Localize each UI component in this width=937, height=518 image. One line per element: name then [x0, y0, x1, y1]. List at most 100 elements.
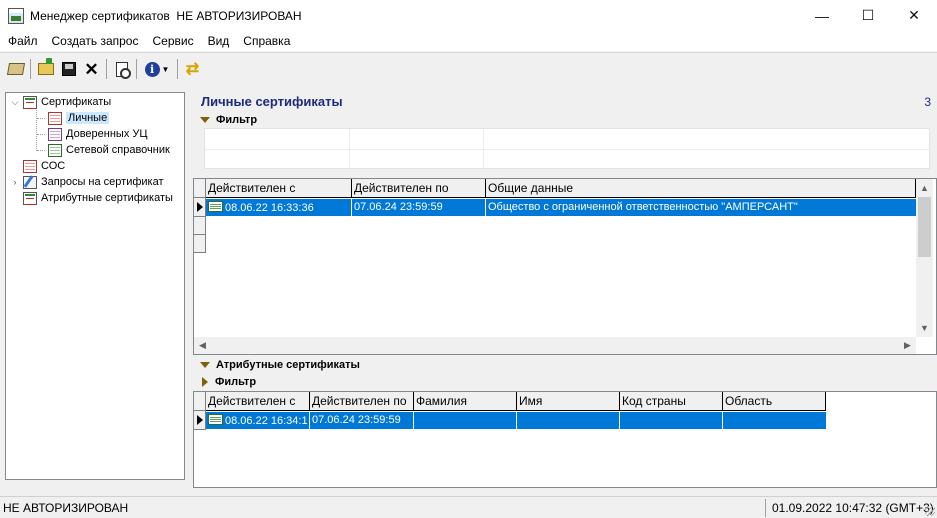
column-header-country[interactable]: Код страны — [620, 392, 723, 411]
column-header-region[interactable]: Область — [723, 392, 826, 411]
view-button[interactable] — [110, 58, 133, 80]
attr-cert-icon — [23, 191, 37, 205]
toolbar: ✕ i ▼ ⇄ — [0, 52, 937, 85]
tree-item-personal[interactable]: Личные — [45, 110, 110, 126]
attr-cert-grid[interactable]: Действителен с Действителен по Фамилия И… — [193, 391, 937, 488]
book-button[interactable] — [4, 58, 27, 80]
row-indicator — [194, 217, 206, 235]
filter-label: Фильтр — [216, 114, 258, 126]
current-row-icon — [197, 415, 203, 425]
filter-label: Фильтр — [215, 376, 257, 388]
tree-item-attr-certs[interactable]: Атрибутные сертификаты — [20, 190, 173, 206]
close-button[interactable]: ✕ — [891, 0, 937, 31]
cell-valid-to: 07.06.24 23:59:59 — [352, 199, 486, 216]
row-indicator — [194, 235, 206, 253]
info-button[interactable]: i ▼ — [140, 58, 174, 80]
attr-filter-toggle[interactable]: Фильтр — [193, 375, 256, 389]
tree-connector — [36, 110, 37, 151]
chevron-down-icon: ▼ — [161, 64, 170, 74]
export-button[interactable] — [57, 58, 80, 80]
window-title: Менеджер сертификатов НЕ АВТОРИЗИРОВАН — [30, 8, 302, 23]
info-icon: i — [144, 61, 160, 77]
tree-item-label: Доверенных УЦ — [66, 128, 148, 140]
menu-help[interactable]: Справка — [236, 34, 297, 48]
cell-region — [723, 412, 826, 429]
chevron-down-icon[interactable]: ⌵ — [10, 97, 20, 108]
tree-item-crl[interactable]: СОС — [20, 158, 65, 174]
column-header-valid-to[interactable]: Действителен по — [352, 179, 486, 198]
column-header-common[interactable]: Общие данные — [486, 179, 916, 198]
tree-item-label: Атрибутные сертификаты — [41, 192, 173, 204]
expand-icon — [202, 377, 208, 387]
trusted-ca-icon — [48, 127, 62, 141]
minimize-button[interactable]: — — [799, 0, 845, 31]
row-indicator[interactable] — [194, 198, 206, 217]
tree-item-network-directory[interactable]: Сетевой справочник — [45, 142, 170, 158]
cell-common: Общество с ограниченной ответственностью… — [488, 201, 798, 213]
tree-item-cert-requests[interactable]: › Запросы на сертификат — [10, 174, 164, 190]
tree-item-label: Запросы на сертификат — [41, 176, 164, 188]
column-header-name[interactable]: Имя — [517, 392, 620, 411]
chevron-right-icon[interactable]: › — [10, 177, 20, 187]
tree-connector — [37, 150, 45, 151]
scroll-right-icon[interactable]: ▶ — [899, 337, 916, 354]
personal-cert-icon — [48, 111, 62, 125]
scroll-down-icon[interactable]: ▼ — [916, 319, 933, 336]
tree-item-certificates[interactable]: ⌵ Сертификаты — [10, 94, 111, 110]
vertical-scrollbar[interactable]: ▲ ▼ — [916, 179, 933, 337]
scroll-left-icon[interactable]: ◀ — [194, 337, 211, 354]
row-indicator[interactable] — [194, 411, 206, 430]
status-divider — [765, 499, 766, 517]
datetime-status: 01.09.2022 10:47:32 (GMT+3) — [772, 501, 934, 515]
view-icon — [115, 61, 131, 79]
resize-grip-icon[interactable] — [925, 506, 935, 516]
cell-surname — [414, 412, 517, 429]
scroll-thumb[interactable] — [918, 197, 931, 257]
cert-request-icon — [23, 175, 37, 189]
horizontal-scrollbar[interactable]: ◀ ▶ — [194, 337, 916, 354]
collapse-icon — [200, 362, 210, 368]
cell-valid-from: 08.06.22 16:33:36 — [206, 199, 352, 216]
filter-area[interactable] — [204, 128, 930, 169]
tree-item-trusted-ca[interactable]: Доверенных УЦ — [45, 126, 148, 142]
column-header-valid-from[interactable]: Действителен с — [206, 392, 310, 411]
grid-corner — [194, 392, 206, 411]
menu-service[interactable]: Сервис — [145, 34, 200, 48]
refresh-button[interactable]: ⇄ — [181, 58, 204, 80]
export-icon — [61, 62, 76, 76]
table-row[interactable]: 08.06.22 16:34:1 07.06.24 23:59:59 — [206, 412, 826, 429]
filter-toggle[interactable]: Фильтр — [193, 113, 257, 127]
scroll-up-icon[interactable]: ▲ — [916, 179, 933, 196]
column-header-valid-to[interactable]: Действителен по — [310, 392, 414, 411]
cell-text: 08.06.22 16:34:1 — [225, 415, 308, 427]
table-row[interactable]: 08.06.22 16:33:36 07.06.24 23:59:59 Обще… — [206, 199, 916, 216]
certificate-tree[interactable]: ⌵ Сертификаты Личные Доверенных УЦ Сетев… — [5, 92, 185, 480]
personal-cert-grid[interactable]: Действителен с Действителен по Общие дан… — [193, 178, 937, 355]
maximize-button[interactable]: ☐ — [845, 0, 891, 31]
filter-divider — [205, 149, 929, 150]
column-header-valid-from[interactable]: Действителен с — [206, 179, 352, 198]
menu-view[interactable]: Вид — [201, 34, 237, 48]
menu-create-request[interactable]: Создать запрос — [45, 34, 146, 48]
network-directory-icon — [48, 143, 62, 157]
auth-status: НЕ АВТОРИЗИРОВАН — [3, 501, 129, 515]
crl-icon — [23, 159, 37, 173]
tree-item-label: Сертификаты — [41, 96, 112, 108]
tree-item-label: СОС — [41, 160, 66, 172]
window-controls: — ☐ ✕ — [799, 0, 937, 31]
status-bar: НЕ АВТОРИЗИРОВАН 01.09.2022 10:47:32 (GM… — [0, 496, 937, 518]
delete-icon: ✕ — [84, 59, 99, 79]
attr-section-toggle[interactable]: Атрибутные сертификаты — [193, 358, 937, 372]
delete-button[interactable]: ✕ — [80, 58, 103, 80]
menu-file[interactable]: Файл — [1, 34, 45, 48]
collapse-icon — [200, 117, 210, 123]
title-bar: Менеджер сертификатов НЕ АВТОРИЗИРОВАН —… — [0, 0, 937, 31]
column-header-surname[interactable]: Фамилия — [414, 392, 517, 411]
tree-item-label: Личные — [66, 112, 110, 124]
tree-connector — [37, 118, 45, 119]
attr-section-title: Атрибутные сертификаты — [216, 359, 360, 371]
import-button[interactable] — [34, 58, 57, 80]
book-icon — [6, 63, 25, 75]
cell-name — [517, 412, 620, 429]
cert-count: 3 — [924, 95, 931, 109]
